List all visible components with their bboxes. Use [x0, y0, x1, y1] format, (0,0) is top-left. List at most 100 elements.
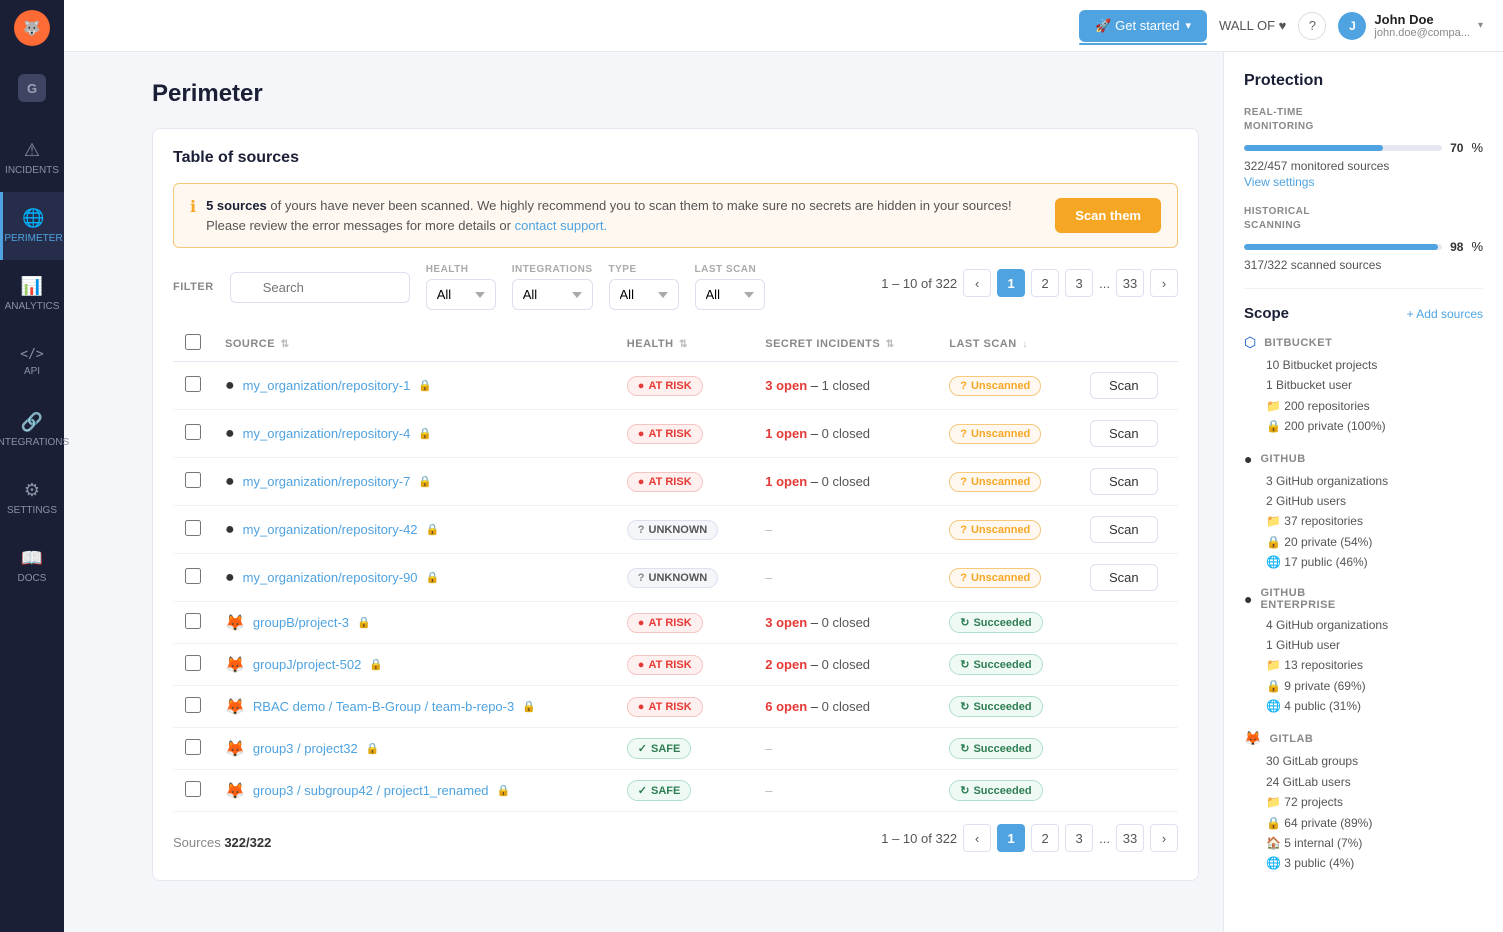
last-scan-filter-select[interactable]: All	[695, 279, 765, 310]
row-checkbox[interactable]	[185, 781, 201, 797]
row-checkbox[interactable]	[185, 424, 201, 440]
sidebar-item-g[interactable]: G	[0, 56, 64, 124]
sources-count: Sources 322/322	[173, 835, 271, 850]
type-filter-select[interactable]: All	[609, 279, 679, 310]
github-enterprise-label: GITHUBENTERPRISE	[1260, 587, 1335, 611]
at-risk-icon: ●	[638, 659, 645, 671]
alert-text-bold: 5 sources	[206, 198, 267, 213]
type-filter-label: TYPE	[609, 264, 679, 275]
row-checkbox[interactable]	[185, 376, 201, 392]
filter-label: FILTER	[173, 281, 214, 293]
sidebar-item-docs[interactable]: 📖 DOCS	[0, 532, 64, 600]
source-link[interactable]: RBAC demo / Team-B-Group / team-b-repo-3	[253, 699, 514, 714]
sidebar-item-integrations[interactable]: 🔗 INTEGRATIONS	[0, 396, 64, 464]
col-source: SOURCE ⇅	[213, 326, 615, 362]
gitlab-detail-6: 🌐 3 public (4%)	[1266, 853, 1483, 873]
get-started-button[interactable]: 🚀 Get started	[1079, 10, 1207, 42]
row-checkbox[interactable]	[185, 655, 201, 671]
pagination-ellipsis: ...	[1099, 276, 1110, 291]
prev-page-button-bottom[interactable]: ‹	[963, 824, 991, 852]
api-icon: </>	[20, 347, 43, 362]
row-checkbox[interactable]	[185, 472, 201, 488]
prev-page-button[interactable]: ‹	[963, 269, 991, 297]
lock-icon: 🔒	[497, 784, 511, 797]
wall-of-button[interactable]: WALL OF ♥	[1219, 18, 1286, 33]
scan-button[interactable]: Scan	[1090, 468, 1158, 495]
scan-button[interactable]: Scan	[1090, 516, 1158, 543]
unscanned-badge: ? Unscanned	[949, 376, 1041, 396]
chevron-down-icon: ▾	[1478, 20, 1483, 31]
integrations-filter-group: INTEGRATIONS All	[512, 264, 593, 310]
scope-header: Scope + Add sources	[1244, 305, 1483, 322]
sidebar-item-analytics[interactable]: 📊 ANALYTICS	[0, 260, 64, 328]
scan-button[interactable]: Scan	[1090, 372, 1158, 399]
github-source-icon: ●	[225, 569, 235, 587]
source-link[interactable]: group3 / subgroup42 / project1_renamed	[253, 783, 489, 798]
contact-support-link[interactable]: contact support.	[515, 218, 608, 233]
open-count: 1 open	[765, 474, 807, 489]
row-checkbox[interactable]	[185, 613, 201, 629]
github-enterprise-icon: ●	[1244, 591, 1252, 607]
source-link[interactable]: my_organization/repository-90	[243, 570, 418, 585]
github-source-icon: ●	[225, 377, 235, 395]
page-1-button-bottom[interactable]: 1	[997, 824, 1025, 852]
search-input[interactable]	[230, 272, 410, 303]
scope-title: Scope	[1244, 305, 1289, 322]
source-link[interactable]: groupJ/project-502	[253, 657, 361, 672]
scan-button[interactable]: Scan	[1090, 564, 1158, 591]
protection-title: Protection	[1244, 72, 1483, 90]
select-all-checkbox[interactable]	[185, 334, 201, 350]
page-3-button[interactable]: 3	[1065, 269, 1093, 297]
scan-them-button[interactable]: Scan them	[1055, 198, 1161, 233]
table-row: ●my_organization/repository-90 🔒? UNKNOW…	[173, 554, 1178, 602]
view-settings-link[interactable]: View settings	[1244, 175, 1483, 189]
github-source-icon: ●	[225, 521, 235, 539]
page-last-button-bottom[interactable]: 33	[1116, 824, 1144, 852]
user-section[interactable]: J John Doe john.doe@compa... ▾	[1338, 12, 1483, 40]
sidebar-item-api[interactable]: </> API	[0, 328, 64, 396]
table-row: ●my_organization/repository-4 🔒● AT RISK…	[173, 410, 1178, 458]
sidebar-item-settings[interactable]: ⚙ SETTINGS	[0, 464, 64, 532]
scan-button[interactable]: Scan	[1090, 420, 1158, 447]
scope-bitbucket: ⬡ BITBUCKET 10 Bitbucket projects 1 Bitb…	[1244, 334, 1483, 437]
unknown-icon: ?	[638, 572, 645, 584]
pagination-range: 1 – 10 of 322	[881, 276, 957, 291]
realtime-value: 322/457 monitored sources	[1244, 159, 1483, 173]
health-sort-icon: ⇅	[679, 339, 688, 350]
gitlab-source-icon: 🦊	[225, 739, 245, 759]
source-link[interactable]: my_organization/repository-1	[243, 378, 411, 393]
source-link[interactable]: groupB/project-3	[253, 615, 349, 630]
row-checkbox[interactable]	[185, 520, 201, 536]
lock-icon: 🔒	[418, 475, 432, 488]
row-checkbox[interactable]	[185, 697, 201, 713]
help-button[interactable]: ?	[1298, 12, 1326, 40]
open-count: 6 open	[765, 699, 807, 714]
row-checkbox[interactable]	[185, 568, 201, 584]
next-page-button-bottom[interactable]: ›	[1150, 824, 1178, 852]
gitlab-icon: 🦊	[1244, 730, 1261, 747]
source-link[interactable]: my_organization/repository-42	[243, 522, 418, 537]
closed-count: 0 closed	[822, 426, 870, 441]
integrations-filter-select[interactable]: All	[512, 279, 593, 310]
succeeded-badge: ↻ Succeeded	[949, 738, 1042, 759]
page-1-button[interactable]: 1	[997, 269, 1025, 297]
sidebar-item-incidents[interactable]: ⚠ INCIDENTS	[0, 124, 64, 192]
next-page-button[interactable]: ›	[1150, 269, 1178, 297]
source-link[interactable]: group3 / project32	[253, 741, 358, 756]
page-3-button-bottom[interactable]: 3	[1065, 824, 1093, 852]
app-logo[interactable]: 🐺	[14, 10, 50, 46]
add-sources-button[interactable]: + Add sources	[1407, 307, 1483, 321]
page-2-button[interactable]: 2	[1031, 269, 1059, 297]
closed-count: 0 closed	[822, 474, 870, 489]
table-row: 🦊group3 / project32 🔒✓ SAFE–↻ Succeeded	[173, 728, 1178, 770]
health-badge: ● AT RISK	[627, 655, 703, 675]
health-filter-select[interactable]: All	[426, 279, 496, 310]
row-checkbox[interactable]	[185, 739, 201, 755]
page-last-button[interactable]: 33	[1116, 269, 1144, 297]
page-2-button-bottom[interactable]: 2	[1031, 824, 1059, 852]
source-link[interactable]: my_organization/repository-7	[243, 474, 411, 489]
sidebar-item-perimeter[interactable]: 🌐 PERIMETER	[0, 192, 64, 260]
ghe-detail-5: 🌐 4 public (31%)	[1266, 696, 1483, 716]
open-count: 3 open	[765, 615, 807, 630]
source-link[interactable]: my_organization/repository-4	[243, 426, 411, 441]
